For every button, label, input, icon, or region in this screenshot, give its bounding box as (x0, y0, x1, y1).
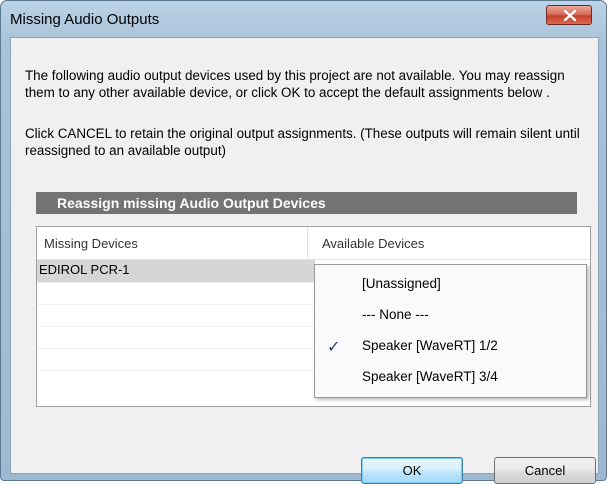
cancel-message: Click CANCEL to retain the original outp… (25, 126, 580, 158)
dialog-window: Missing Audio Outputs The following audi… (0, 0, 607, 484)
dropdown-option[interactable]: [Unassigned] (315, 269, 586, 299)
check-icon: ✓ (327, 339, 341, 356)
dialog-body: The following audio output devices used … (10, 37, 599, 484)
grid-line (37, 348, 315, 349)
option-label: Speaker [WaveRT] 1/2 (362, 338, 498, 353)
column-header-available[interactable]: Available Devices (322, 236, 424, 251)
ok-button[interactable]: OK (361, 457, 463, 484)
available-devices-dropdown[interactable]: [Unassigned] --- None --- ✓ Speaker [Wav… (314, 264, 587, 398)
cancel-button[interactable]: Cancel (494, 457, 596, 484)
missing-device-cell[interactable]: EDIROL PCR-1 (37, 260, 315, 282)
option-label: [Unassigned] (362, 276, 441, 291)
grid-line (37, 326, 315, 327)
dropdown-option-selected[interactable]: ✓ Speaker [WaveRT] 1/2 (315, 331, 586, 361)
option-label: Speaker [WaveRT] 3/4 (362, 369, 498, 384)
close-icon (563, 10, 577, 21)
grid-line (37, 304, 315, 305)
grid-line (37, 282, 315, 283)
info-message: The following audio output devices used … (25, 68, 565, 100)
section-header: Reassign missing Audio Output Devices (36, 192, 577, 214)
missing-device-name: EDIROL PCR-1 (39, 262, 130, 277)
option-label: --- None --- (362, 307, 429, 322)
close-button[interactable] (546, 5, 592, 25)
title-bar[interactable]: Missing Audio Outputs (1, 1, 606, 37)
list-header: Missing Devices Available Devices (37, 227, 590, 260)
dropdown-option[interactable]: Speaker [WaveRT] 3/4 (315, 362, 586, 392)
window-title: Missing Audio Outputs (10, 11, 160, 28)
column-header-missing[interactable]: Missing Devices (44, 236, 138, 251)
grid-line (37, 370, 315, 371)
dropdown-option[interactable]: --- None --- (315, 300, 586, 330)
column-divider[interactable] (307, 227, 308, 259)
